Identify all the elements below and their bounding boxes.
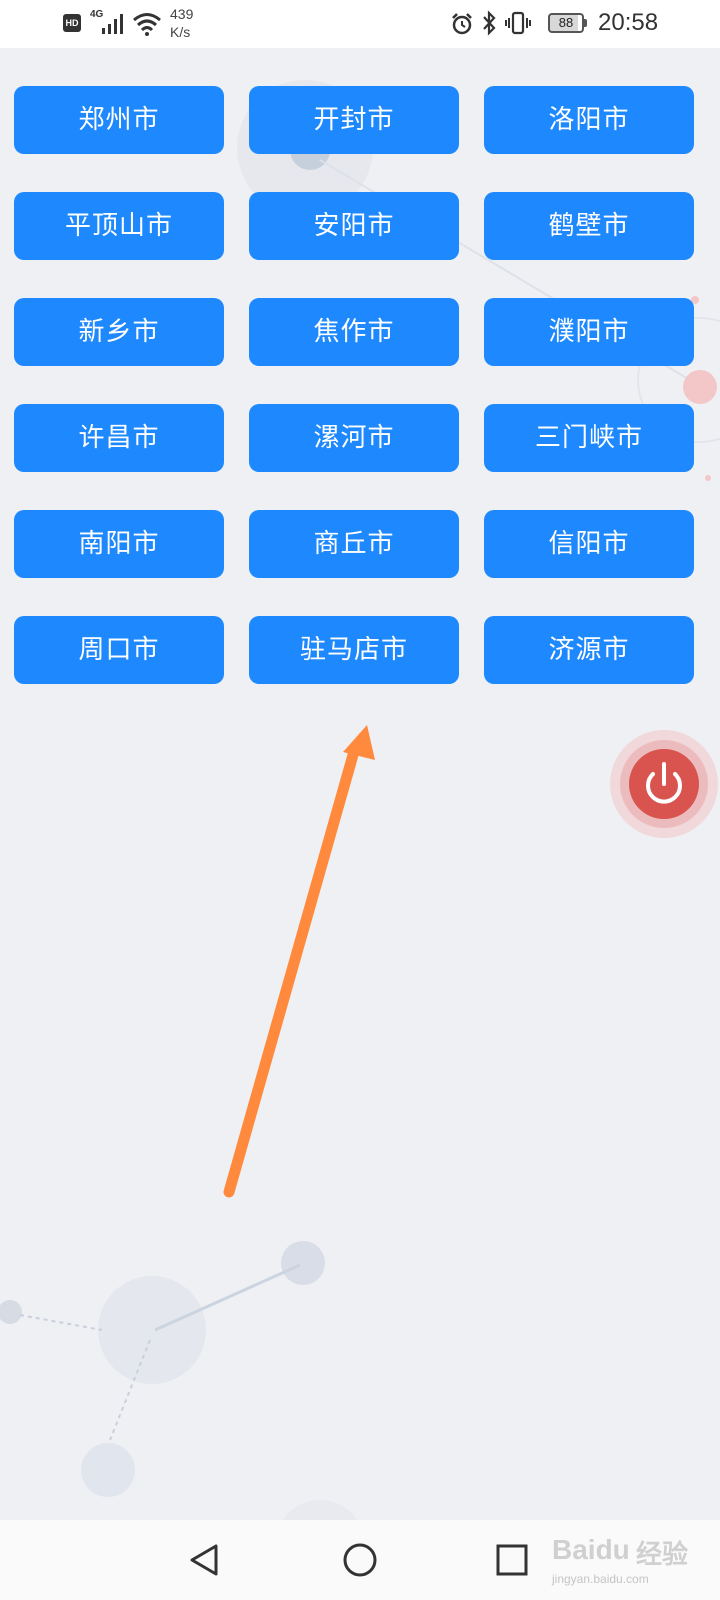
city-button[interactable]: 濮阳市	[484, 298, 694, 366]
recents-icon[interactable]	[490, 1538, 534, 1582]
city-button[interactable]: 信阳市	[484, 510, 694, 578]
city-button[interactable]: 焦作市	[249, 298, 459, 366]
city-button[interactable]: 商丘市	[249, 510, 459, 578]
power-button[interactable]	[608, 728, 720, 840]
city-button[interactable]: 安阳市	[249, 192, 459, 260]
city-button[interactable]: 鹤壁市	[484, 192, 694, 260]
city-button[interactable]: 济源市	[484, 616, 694, 684]
city-button[interactable]: 新乡市	[14, 298, 224, 366]
city-button[interactable]: 驻马店市	[249, 616, 459, 684]
city-button[interactable]: 郑州市	[14, 86, 224, 154]
city-button[interactable]: 漯河市	[249, 404, 459, 472]
watermark-url: jingyan.baidu.com	[552, 1572, 649, 1586]
watermark: Baidu 经验 jingyan.baidu.com	[550, 1520, 720, 1600]
city-button[interactable]: 开封市	[249, 86, 459, 154]
city-button[interactable]: 洛阳市	[484, 86, 694, 154]
back-icon[interactable]	[184, 1538, 228, 1582]
city-button[interactable]: 周口市	[14, 616, 224, 684]
watermark-product: 经验	[636, 1540, 689, 1570]
city-grid: 郑州市 开封市 洛阳市平顶山市 安阳市 鹤壁市新乡市 焦作市 濮阳市许昌市 漯河市 三门峡市南阳…	[0, 0, 720, 720]
city-button[interactable]: 许昌市	[14, 404, 224, 472]
city-button[interactable]: 平顶山市	[14, 192, 224, 260]
watermark-brand: Baidu	[552, 1534, 630, 1565]
city-button[interactable]: 南阳市	[14, 510, 224, 578]
city-button[interactable]: 三门峡市	[484, 404, 694, 472]
home-icon[interactable]	[338, 1538, 382, 1582]
